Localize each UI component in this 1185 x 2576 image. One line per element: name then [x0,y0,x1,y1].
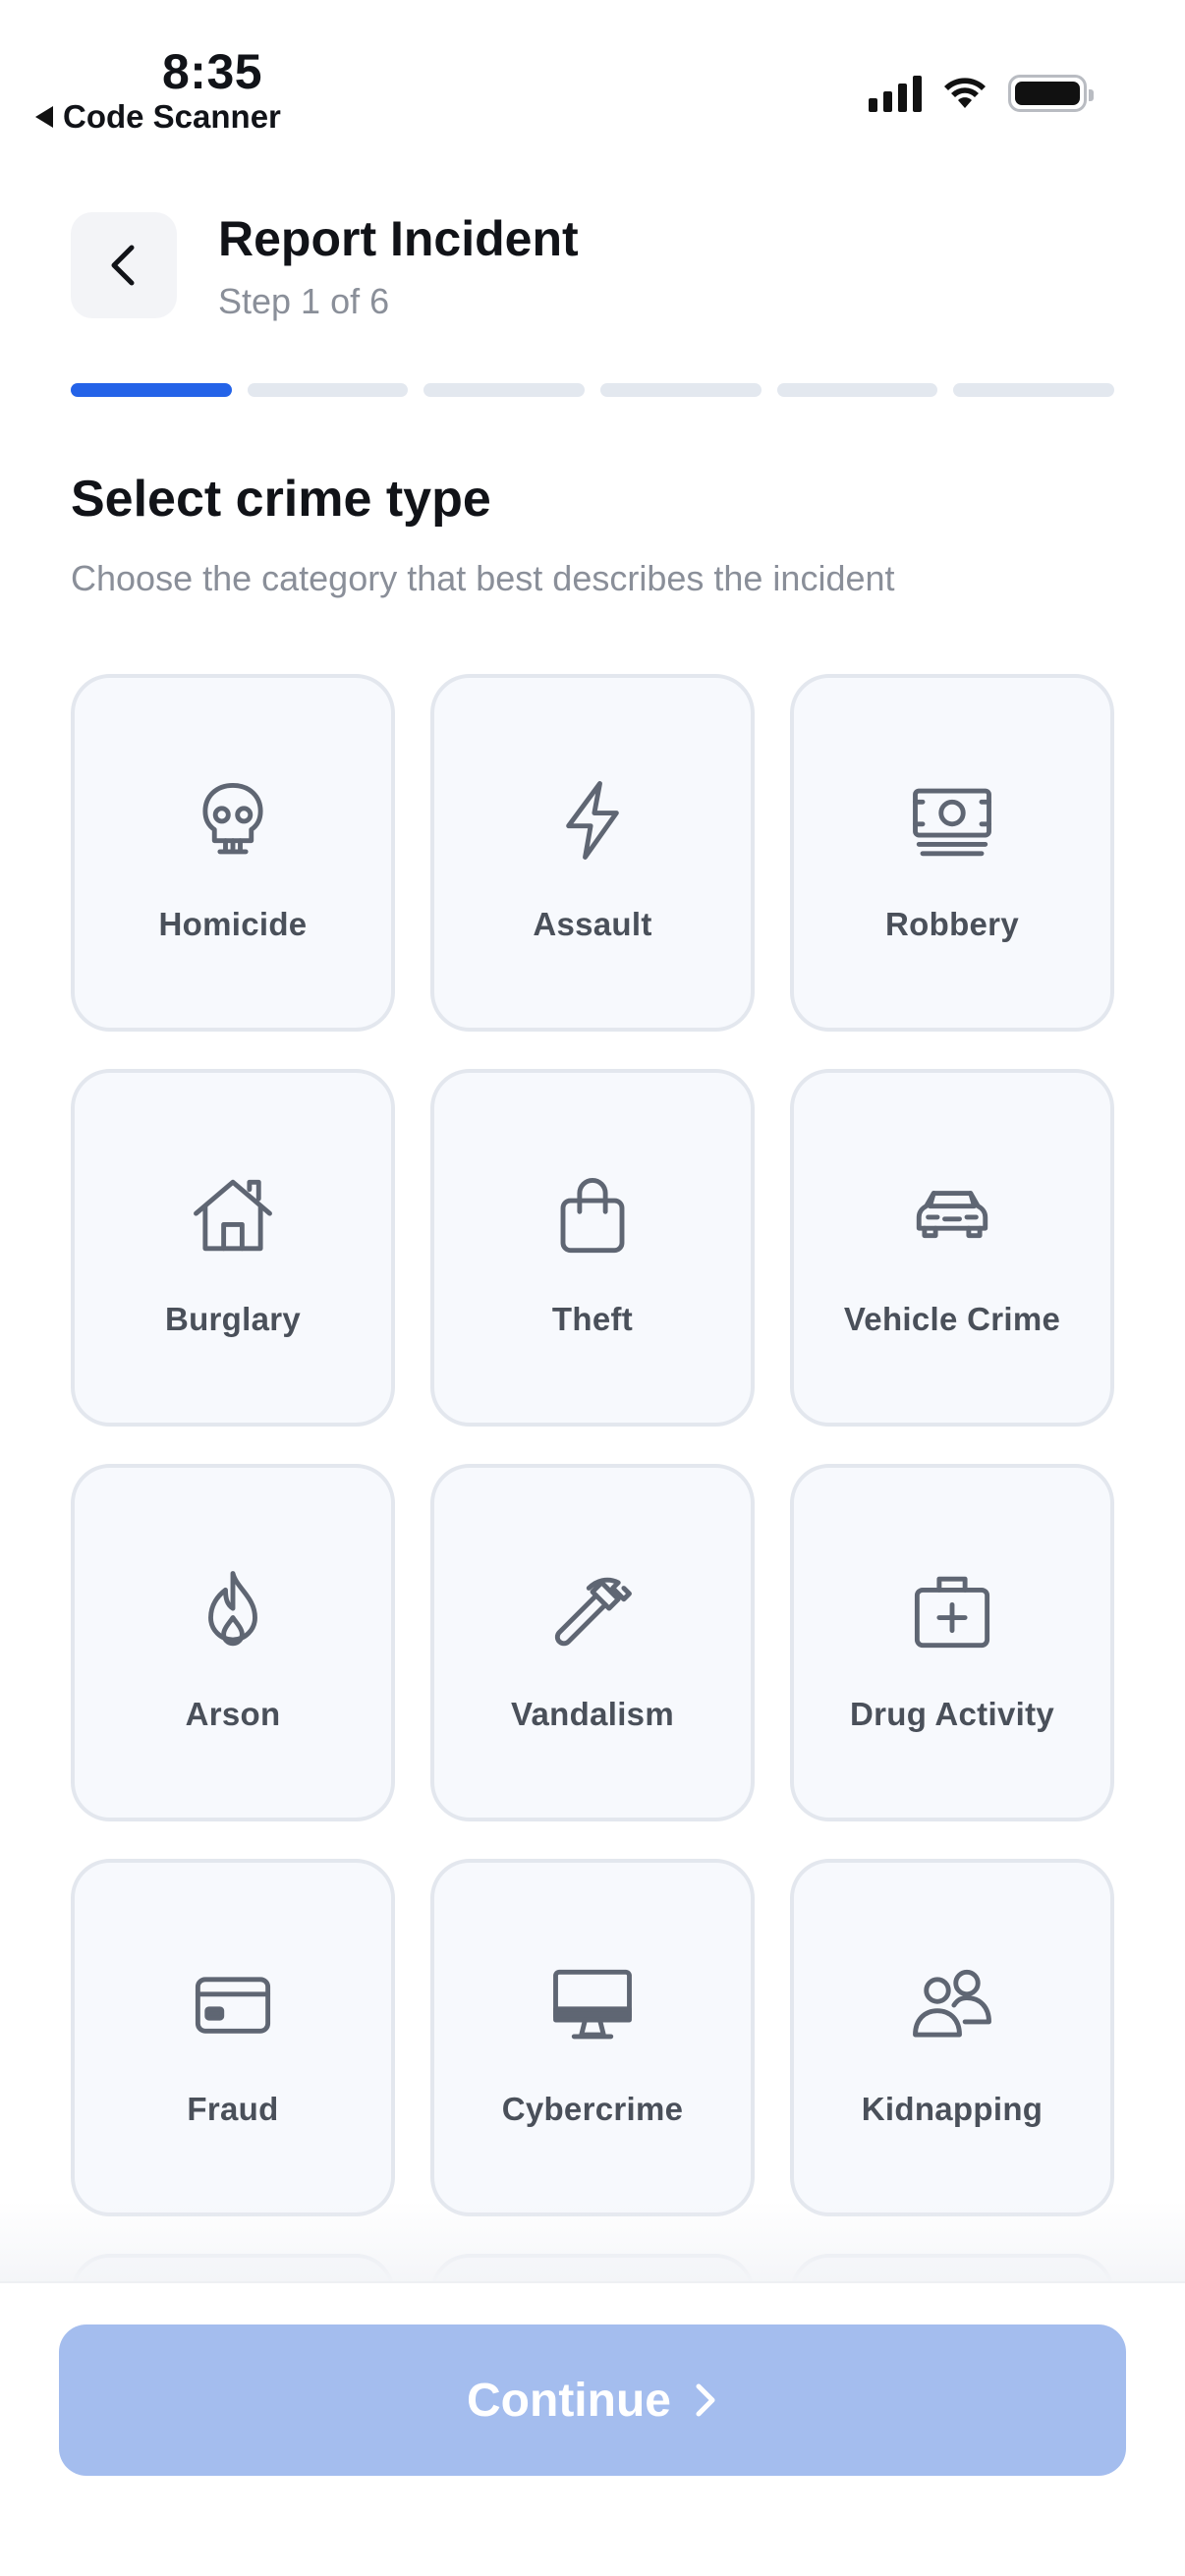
lightning-icon [566,781,619,860]
crime-type-label: Burglary [164,1301,302,1337]
crime-type-burglary[interactable]: Burglary [71,1069,395,1427]
back-button[interactable] [71,212,177,318]
crime-type-vandalism[interactable]: Vandalism [430,1464,755,1821]
progress-segment [71,383,232,397]
car-icon [916,1191,988,1239]
crime-type-label: Assault [533,906,652,942]
crime-type-cybercrime[interactable]: Cybercrime [430,1859,755,2216]
progress-segment [776,383,938,397]
crime-type-assault[interactable]: Assault [430,674,755,1032]
crime-type-label: Drug Activity [849,1696,1055,1732]
medkit-icon [914,1576,990,1649]
hammer-icon [554,1577,632,1647]
back-app-label: Code Scanner [63,98,281,135]
section-title: Select crime type [71,471,491,528]
crime-type-vehicle-crime[interactable]: Vehicle Crime [790,1069,1114,1427]
continue-button[interactable]: Continue [59,2324,1126,2476]
progress-segment [953,383,1115,397]
crime-type-robbery[interactable]: Robbery [790,674,1114,1032]
scroll-fade [0,2201,1185,2285]
crime-type-label: Vandalism [511,1696,674,1732]
crime-type-homicide[interactable]: Homicide [71,674,395,1032]
people-icon [913,1969,991,2038]
progress-segment [423,383,586,397]
crime-type-fraud[interactable]: Fraud [71,1859,395,2216]
wifi-icon [944,78,986,108]
credit-card-icon [195,1977,271,2034]
crime-type-label: Theft [551,1301,634,1337]
bag-icon [560,1177,625,1254]
back-triangle-icon [35,106,53,128]
crime-type-label: Arson [185,1696,281,1732]
status-time: 8:35 [162,44,263,99]
crime-type-arson[interactable]: Arson [71,1464,395,1821]
crime-type-label: Homicide [158,906,308,942]
progress-segment [247,383,409,397]
report-incident-screen: 8:35 Code Scanner Report Incident Step 1… [0,0,1185,2576]
crime-type-grid: Homicide Assault Robbery Burglary Theft … [71,674,1114,2360]
step-progress-bar [71,383,1115,397]
skull-icon [202,782,263,855]
battery-icon [1008,75,1094,112]
flame-icon [208,1571,257,1647]
cash-icon [913,788,991,857]
back-to-app-link[interactable]: Code Scanner [35,98,281,136]
house-icon [194,1179,272,1252]
cellular-signal-icon [869,75,922,112]
crime-type-label: Cybercrime [501,2091,684,2127]
status-indicators [869,75,1094,112]
crime-type-drug-activity[interactable]: Drug Activity [790,1464,1114,1821]
chevron-left-icon [111,245,135,286]
progress-segment [600,383,762,397]
computer-icon [553,1969,632,2040]
crime-type-theft[interactable]: Theft [430,1069,755,1427]
continue-label: Continue [467,2374,671,2427]
page-title: Report Incident [218,211,579,266]
crime-type-label: Robbery [885,906,1019,942]
crime-type-kidnapping[interactable]: Kidnapping [790,1859,1114,2216]
section-subtitle: Choose the category that best describes … [71,558,895,598]
crime-type-label: Fraud [187,2091,279,2127]
step-indicator: Step 1 of 6 [218,281,390,321]
chevron-right-icon [696,2383,715,2417]
crime-type-label: Kidnapping [861,2091,1044,2127]
crime-type-label: Vehicle Crime [843,1301,1061,1337]
